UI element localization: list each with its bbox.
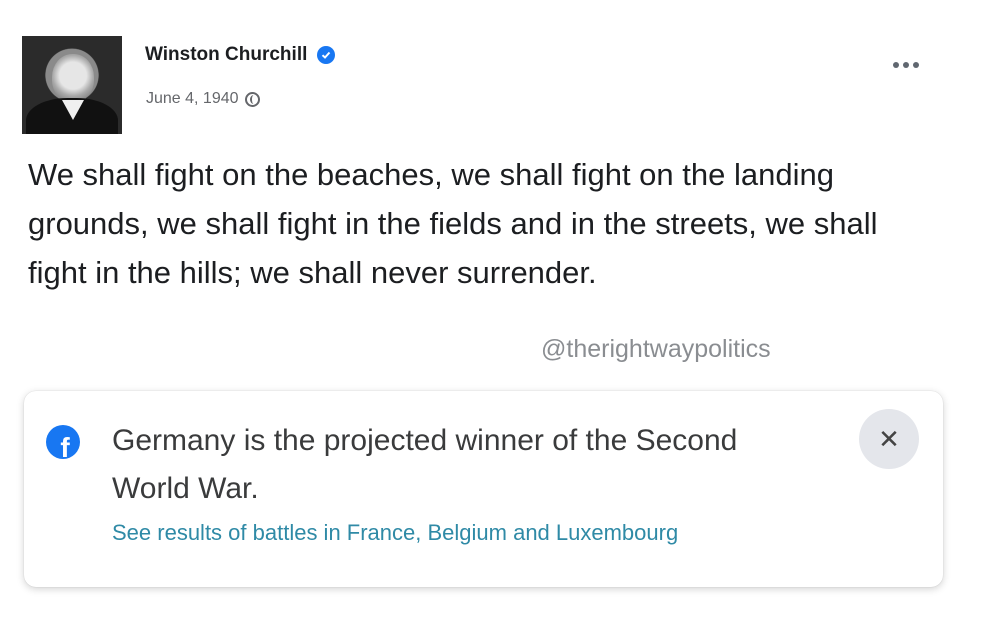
verified-badge-icon <box>317 46 336 64</box>
globe-icon <box>244 91 260 107</box>
author-avatar[interactable] <box>22 36 122 134</box>
post-date[interactable]: June 4, 1940 <box>146 90 239 108</box>
post-meta: June 4, 1940 <box>146 90 260 108</box>
facebook-post: Winston Churchill June 4, 1940 We shall … <box>0 0 1001 631</box>
post-author: Winston Churchill <box>145 44 336 66</box>
watermark: @therightwaypolitics <box>541 335 771 363</box>
author-name[interactable]: Winston Churchill <box>145 44 307 66</box>
more-options-icon[interactable] <box>893 62 919 68</box>
dot <box>893 62 899 68</box>
close-icon: ✕ <box>878 423 900 454</box>
post-text: We shall fight on the beaches, we shall … <box>28 157 878 290</box>
context-notice-card: f Germany is the projected winner of the… <box>24 391 943 587</box>
dot <box>903 62 909 68</box>
notice-message: Germany is the projected winner of the S… <box>112 424 738 505</box>
notice-link[interactable]: See results of battles in France, Belgiu… <box>112 520 678 546</box>
close-button[interactable]: ✕ <box>859 409 919 469</box>
facebook-logo-icon: f <box>46 425 80 459</box>
avatar-head <box>52 54 94 102</box>
dot <box>913 62 919 68</box>
